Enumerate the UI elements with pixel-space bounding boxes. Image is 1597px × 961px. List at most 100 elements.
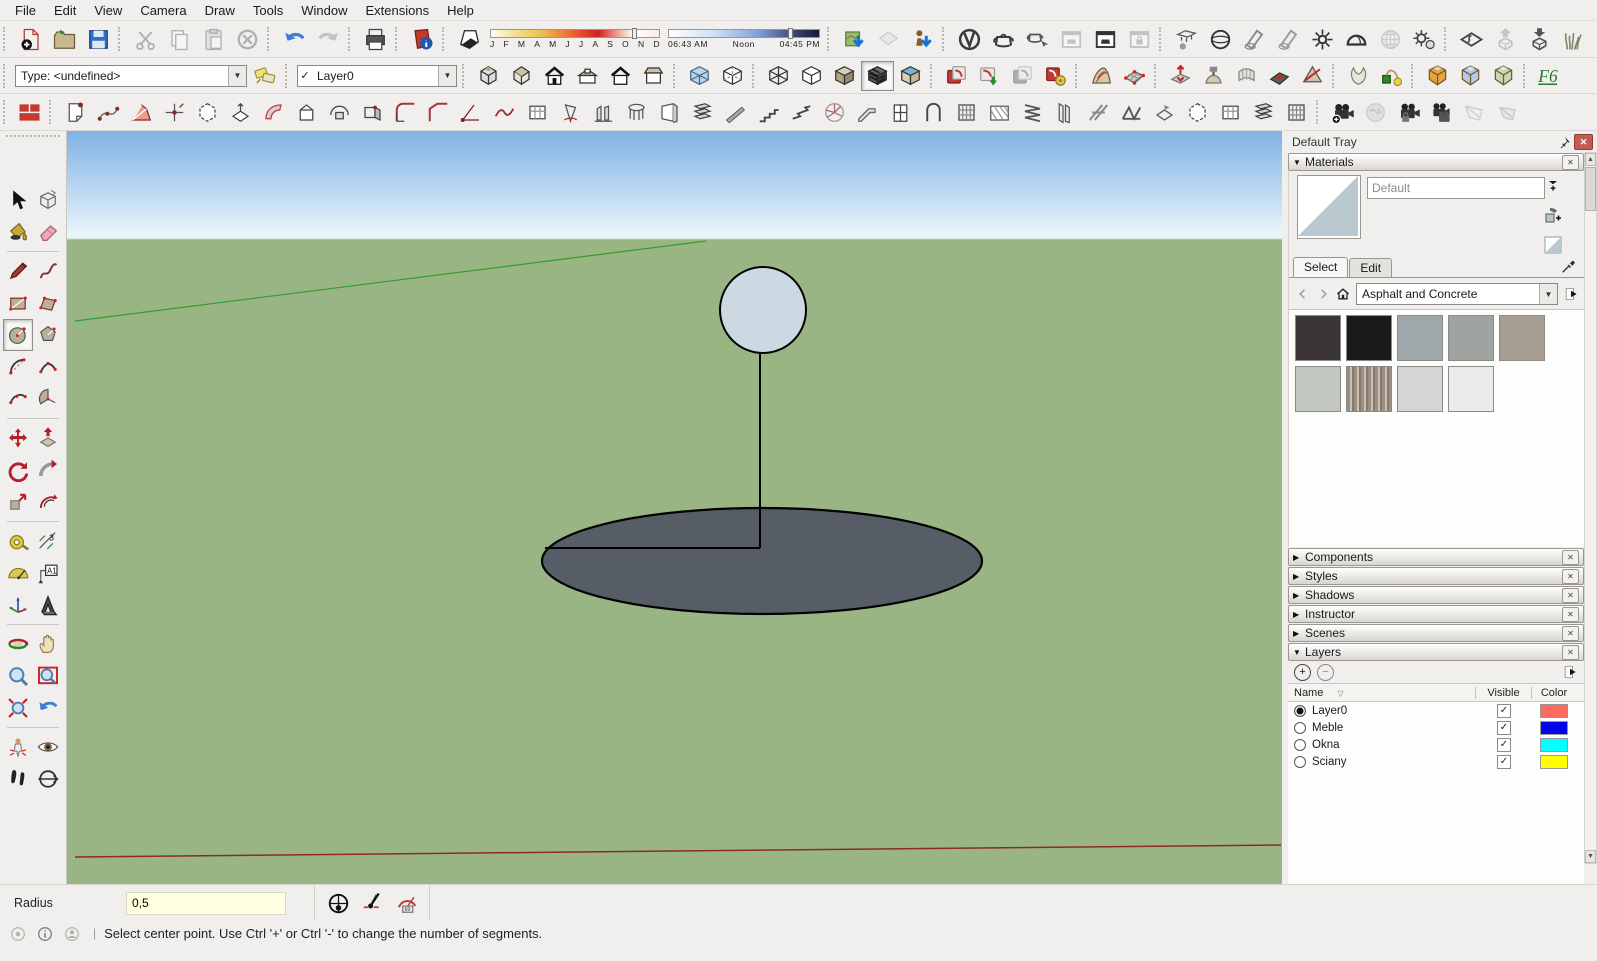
style-hidden-line[interactable]	[795, 61, 828, 91]
layers-details-button[interactable]	[1562, 664, 1578, 680]
arc-tool[interactable]	[3, 351, 33, 383]
surface-fan[interactable]	[125, 97, 158, 127]
round-edge[interactable]	[389, 97, 422, 127]
rectangle-tool[interactable]	[3, 287, 33, 319]
pan-tool[interactable]	[33, 628, 63, 660]
photo-textures[interactable]	[905, 24, 939, 54]
material-swatch-concrete-smooth[interactable]	[1295, 366, 1341, 412]
axes-tool[interactable]	[3, 589, 33, 621]
make-component-tool[interactable]	[33, 184, 63, 216]
drawn-disk-face[interactable]	[540, 506, 984, 616]
add-location[interactable]	[837, 24, 871, 54]
extrude-cube[interactable]	[1148, 97, 1181, 127]
scroll-down-icon[interactable]: ▼	[1585, 850, 1596, 863]
panel-header-components[interactable]: ▶ Components ✕	[1288, 548, 1584, 566]
layer-color-chip[interactable]	[1540, 703, 1568, 718]
columns-tool[interactable]	[587, 97, 620, 127]
freehand-tool[interactable]	[33, 255, 63, 287]
previous-view-tool[interactable]	[33, 692, 63, 724]
sandbox-from-contours[interactable]	[1085, 61, 1118, 91]
eraser-tool[interactable]	[33, 216, 63, 248]
stairs-straight[interactable]	[752, 97, 785, 127]
remove-layer-button[interactable]: −	[1317, 663, 1334, 681]
vray-export-proxy[interactable]	[1488, 24, 1522, 54]
toolbar-grip[interactable]	[49, 100, 55, 124]
toolbar-grip[interactable]	[930, 63, 936, 88]
back-arrow-icon[interactable]	[1293, 284, 1313, 304]
toolbar-grip[interactable]	[1316, 100, 1322, 124]
taper-tool[interactable]	[290, 97, 323, 127]
circle-tool[interactable]	[3, 319, 33, 351]
stairs-spiral[interactable]	[818, 97, 851, 127]
pick-axis[interactable]	[158, 97, 191, 127]
pie-tool[interactable]	[33, 383, 63, 415]
ramp-tool[interactable]	[719, 97, 752, 127]
tab-edit[interactable]: Edit	[1349, 258, 1393, 277]
material-swatch-asphalt-black[interactable]	[1346, 315, 1392, 361]
circle-orientation-option-button[interactable]	[355, 888, 389, 918]
vray-render[interactable]	[986, 24, 1020, 54]
grid-box[interactable]	[521, 97, 554, 127]
measurement-input[interactable]	[126, 891, 286, 915]
toolbar-grip[interactable]	[1411, 63, 1417, 88]
create-material-button[interactable]	[1543, 205, 1563, 225]
select-tool[interactable]	[3, 184, 33, 216]
shadow-time-slider[interactable]: 06:43 AM Noon 04:45 PM	[668, 26, 820, 52]
sandbox-stamp[interactable]	[1197, 61, 1230, 91]
menu-edit[interactable]: Edit	[45, 1, 85, 20]
camera-frustum-faces[interactable]	[1491, 97, 1524, 127]
vray-sun-light[interactable]	[1407, 24, 1441, 54]
menu-window[interactable]: Window	[292, 1, 356, 20]
materials-pane-header[interactable]: ▼ Materials ✕	[1288, 153, 1584, 171]
model-info[interactable]	[405, 24, 439, 54]
orbit-tool[interactable]	[3, 628, 33, 660]
toolbar-grip[interactable]	[462, 63, 468, 88]
tab-select[interactable]: Select	[1293, 257, 1349, 278]
protractor-tool[interactable]	[3, 557, 33, 589]
toolbar-grip[interactable]	[1075, 63, 1081, 88]
secondary-pane-button[interactable]	[1543, 175, 1563, 195]
layer-color-chip[interactable]	[1540, 754, 1568, 769]
save[interactable]	[81, 24, 115, 54]
sandbox-flip-edge[interactable]	[1296, 61, 1329, 91]
plugin-red-3[interactable]	[1006, 61, 1039, 91]
layer-color-chip[interactable]	[1540, 737, 1568, 752]
style-shaded-textures[interactable]	[861, 60, 894, 91]
panel-header-styles[interactable]: ▶ Styles ✕	[1288, 567, 1584, 585]
edit-camera[interactable]	[1425, 97, 1458, 127]
stairs-zigzag[interactable]	[785, 97, 818, 127]
vray-ies-light[interactable]	[1271, 24, 1305, 54]
vray-frame-buffer-a[interactable]	[1054, 24, 1088, 54]
print[interactable]	[358, 24, 392, 54]
look-through-camera[interactable]	[1359, 97, 1392, 127]
plugin-red-1[interactable]	[940, 61, 973, 91]
material-replacer[interactable]	[13, 97, 46, 127]
push-pull-tool[interactable]	[33, 422, 63, 454]
toolbar-grip[interactable]	[1159, 27, 1165, 51]
toolbar-grip[interactable]	[942, 27, 948, 51]
lock-camera[interactable]	[1392, 97, 1425, 127]
style-monochrome[interactable]	[894, 61, 927, 91]
look-around-tool[interactable]	[33, 731, 63, 763]
camera-frustum-lines[interactable]	[1458, 97, 1491, 127]
view-left[interactable]	[637, 61, 670, 91]
offset-tool[interactable]	[33, 486, 63, 518]
angle-measure[interactable]	[455, 97, 488, 127]
layers-close-button[interactable]: ✕	[1562, 644, 1579, 660]
home-icon[interactable]	[1333, 284, 1353, 304]
walk-tool[interactable]	[3, 763, 33, 795]
scale-tool[interactable]	[3, 486, 33, 518]
tray-close-button[interactable]: ✕	[1574, 134, 1593, 150]
tape-measure-tool[interactable]	[3, 525, 33, 557]
layers-pane-header[interactable]: ▼ Layers ✕	[1288, 643, 1584, 661]
layer-combo[interactable]: ✓ Layer0 ▼	[297, 64, 457, 87]
grille-panel[interactable]	[950, 97, 983, 127]
forward-arrow-icon[interactable]	[1313, 284, 1333, 304]
style-back-edges[interactable]	[716, 61, 749, 91]
vray-rect-light[interactable]	[1169, 24, 1203, 54]
extrude-face[interactable]	[224, 97, 257, 127]
style-wireframe[interactable]	[762, 61, 795, 91]
page-flip[interactable]	[59, 97, 92, 127]
round-corner[interactable]	[1421, 61, 1454, 91]
bezier-curve[interactable]	[92, 97, 125, 127]
